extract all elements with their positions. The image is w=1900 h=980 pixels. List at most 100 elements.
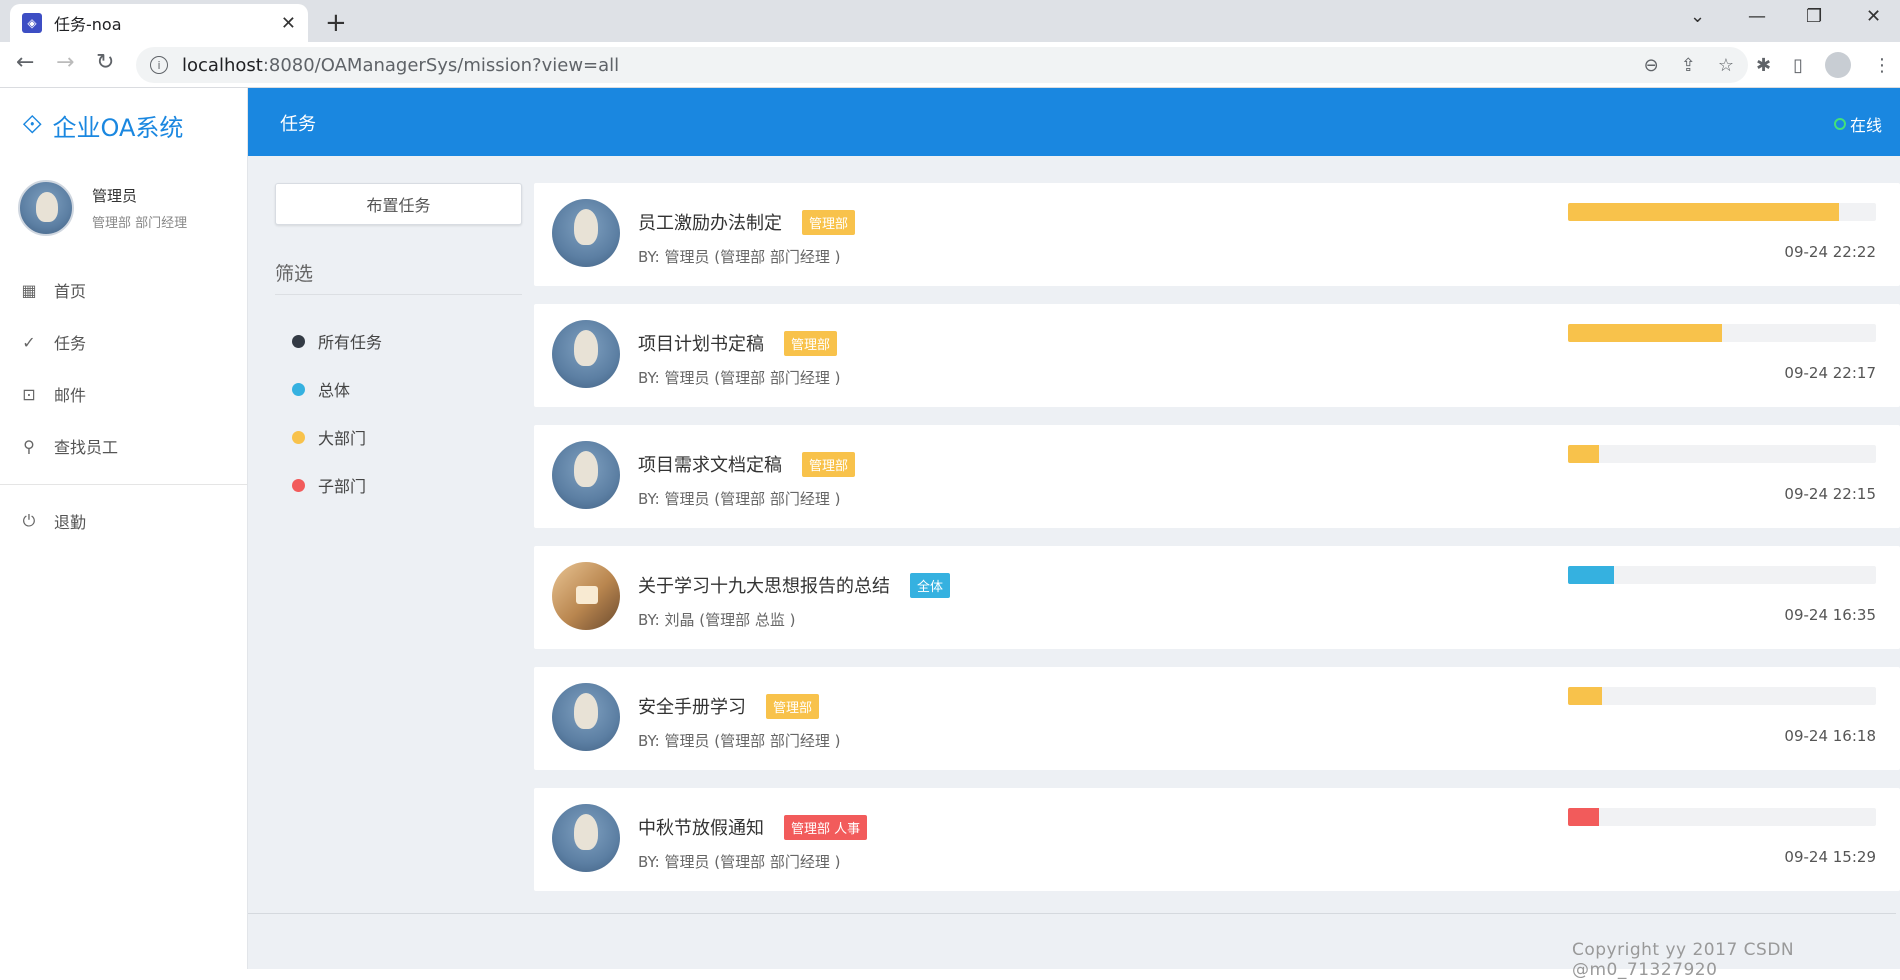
filter-department[interactable]: 大部门	[292, 413, 522, 461]
dept-badge: 全体	[910, 572, 951, 598]
copyright: Copyright yy 2017 CSDN @m0_71327920	[1572, 940, 1795, 980]
task-card[interactable]: 安全手册学习 管理部 BY: 管理员 (管理部 部门经理 ) 09-24 16:1…	[534, 667, 1900, 770]
profile-avatar[interactable]	[1825, 52, 1851, 78]
dept-badge: 管理部 人事	[784, 814, 868, 840]
progress-fill	[1568, 445, 1599, 463]
dept-badge: 管理部	[766, 693, 820, 719]
dot-icon	[292, 382, 305, 396]
back-icon[interactable]: ←	[16, 50, 34, 75]
dashboard-icon: ▦	[21, 280, 37, 300]
address-bar[interactable]: i localhost:8080/OAManagerSys/mission?vi…	[136, 47, 1748, 83]
task-time: 09-24 15:29	[1784, 848, 1876, 866]
sidebar-item-mail[interactable]: ⊡ 邮件	[0, 368, 247, 420]
sidebar-item-label: 任务	[54, 334, 87, 353]
task-title[interactable]: 关于学习十九大思想报告的总结	[638, 572, 890, 598]
window-close-icon[interactable]: ✕	[1866, 6, 1881, 27]
browser-toolbar: ← → ↻ i localhost:8080/OAManagerSys/miss…	[0, 42, 1900, 88]
browser-tab[interactable]: ◈ 任务-noa ✕	[10, 4, 308, 42]
sidebar-item-find-staff[interactable]: ⚲ 查找员工	[0, 420, 247, 472]
task-card[interactable]: 项目计划书定稿 管理部 BY: 管理员 (管理部 部门经理 ) 09-24 22:…	[534, 304, 1900, 407]
task-time: 09-24 16:18	[1784, 727, 1876, 745]
page-header: 任务 在线	[248, 88, 1900, 156]
avatar	[552, 441, 620, 509]
sidebar-item-tasks[interactable]: ✓ 任务	[0, 316, 247, 368]
task-title[interactable]: 项目需求文档定稿	[638, 451, 782, 477]
page-title: 任务	[280, 114, 316, 135]
task-card[interactable]: 项目需求文档定稿 管理部 BY: 管理员 (管理部 部门经理 ) 09-24 22…	[534, 425, 1900, 528]
task-card[interactable]: 中秋节放假通知 管理部 人事 BY: 管理员 (管理部 部门经理 ) 09-24 …	[534, 788, 1900, 891]
progress-bar	[1568, 324, 1876, 342]
brand-title: 企业OA系统	[52, 114, 184, 142]
brand[interactable]: ⟐ 企业OA系统	[22, 108, 183, 143]
url-text: localhost:8080/OAManagerSys/mission?view…	[182, 54, 620, 76]
task-author: BY: 管理员 (管理部 部门经理 )	[638, 248, 841, 266]
task-author: BY: 管理员 (管理部 部门经理 )	[638, 853, 841, 871]
task-author: BY: 管理员 (管理部 部门经理 )	[638, 490, 841, 508]
tab-close-icon[interactable]: ✕	[281, 13, 296, 34]
progress-fill	[1568, 808, 1599, 826]
filter-label: 子部门	[318, 477, 367, 496]
browser-menu-icon[interactable]: ⋮	[1873, 55, 1891, 76]
filter-all[interactable]: 所有任务	[292, 317, 522, 365]
online-status: 在线	[1833, 112, 1882, 136]
favicon-icon: ◈	[22, 13, 42, 33]
progress-fill	[1568, 324, 1722, 342]
restore-icon[interactable]: ❐	[1806, 6, 1822, 27]
progress-fill	[1568, 687, 1602, 705]
filter-panel: 布置任务 筛选 所有任务 总体 大部门 子部门	[275, 183, 522, 509]
dot-icon	[292, 478, 305, 492]
task-card[interactable]: 关于学习十九大思想报告的总结 全体 BY: 刘晶 (管理部 总监 ) 09-24 …	[534, 546, 1900, 649]
user-name: 管理员	[92, 187, 138, 205]
assign-task-button[interactable]: 布置任务	[275, 183, 522, 225]
side-panel-icon[interactable]: ▯	[1793, 55, 1803, 76]
filter-label: 所有任务	[318, 333, 383, 352]
site-info-icon[interactable]: i	[150, 56, 168, 74]
progress-bar	[1568, 566, 1876, 584]
sidebar-item-label: 退勤	[54, 513, 87, 532]
user-card: 管理员 管理部 部门经理	[18, 180, 187, 236]
zoom-icon[interactable]: ⊖	[1644, 55, 1659, 76]
bookmark-star-icon[interactable]: ☆	[1718, 55, 1734, 76]
tab-search-icon[interactable]: ⌄	[1690, 6, 1705, 27]
avatar	[552, 199, 620, 267]
filter-label: 大部门	[318, 429, 367, 448]
task-time: 09-24 16:35	[1784, 606, 1876, 624]
task-title[interactable]: 员工激励办法制定	[638, 209, 782, 235]
footer-divider	[248, 913, 1896, 914]
minimize-icon[interactable]: —	[1748, 6, 1766, 27]
forward-icon[interactable]: →	[56, 50, 74, 75]
avatar	[552, 804, 620, 872]
avatar	[552, 683, 620, 751]
sidebar-item-home[interactable]: ▦ 首页	[0, 264, 247, 316]
progress-bar	[1568, 687, 1876, 705]
sidebar-item-logout[interactable]: ⏻ 退勤	[0, 495, 247, 547]
filter-sub-department[interactable]: 子部门	[292, 461, 522, 509]
reload-icon[interactable]: ↻	[96, 50, 114, 75]
filter-overall[interactable]: 总体	[292, 365, 522, 413]
task-title[interactable]: 中秋节放假通知	[638, 814, 764, 840]
dot-icon	[292, 430, 305, 444]
check-icon: ✓	[22, 332, 36, 352]
filter-label: 总体	[318, 381, 351, 400]
browser-tab-bar: ◈ 任务-noa ✕ + ⌄ — ❐ ✕	[0, 0, 1900, 42]
task-list: 员工激励办法制定 管理部 BY: 管理员 (管理部 部门经理 ) 09-24 22…	[534, 183, 1900, 909]
dept-badge: 管理部	[802, 451, 856, 477]
task-title[interactable]: 安全手册学习	[638, 693, 746, 719]
sidebar-item-label: 查找员工	[54, 438, 119, 457]
task-time: 09-24 22:22	[1784, 243, 1876, 261]
share-icon[interactable]: ⇪	[1681, 55, 1696, 76]
filter-title: 筛选	[275, 259, 522, 295]
dept-badge: 管理部	[802, 209, 856, 235]
avatar	[552, 320, 620, 388]
status-label: 在线	[1849, 116, 1882, 135]
filter-list: 所有任务 总体 大部门 子部门	[275, 317, 522, 509]
task-title[interactable]: 项目计划书定稿	[638, 330, 764, 356]
avatar	[18, 180, 74, 236]
avatar	[552, 562, 620, 630]
extensions-icon[interactable]: ✱	[1756, 55, 1771, 76]
progress-fill	[1568, 566, 1615, 584]
new-tab-icon[interactable]: +	[325, 8, 347, 38]
task-card[interactable]: 员工激励办法制定 管理部 BY: 管理员 (管理部 部门经理 ) 09-24 22…	[534, 183, 1900, 286]
logo-icon: ⟐	[22, 110, 43, 140]
task-time: 09-24 22:17	[1784, 364, 1876, 382]
